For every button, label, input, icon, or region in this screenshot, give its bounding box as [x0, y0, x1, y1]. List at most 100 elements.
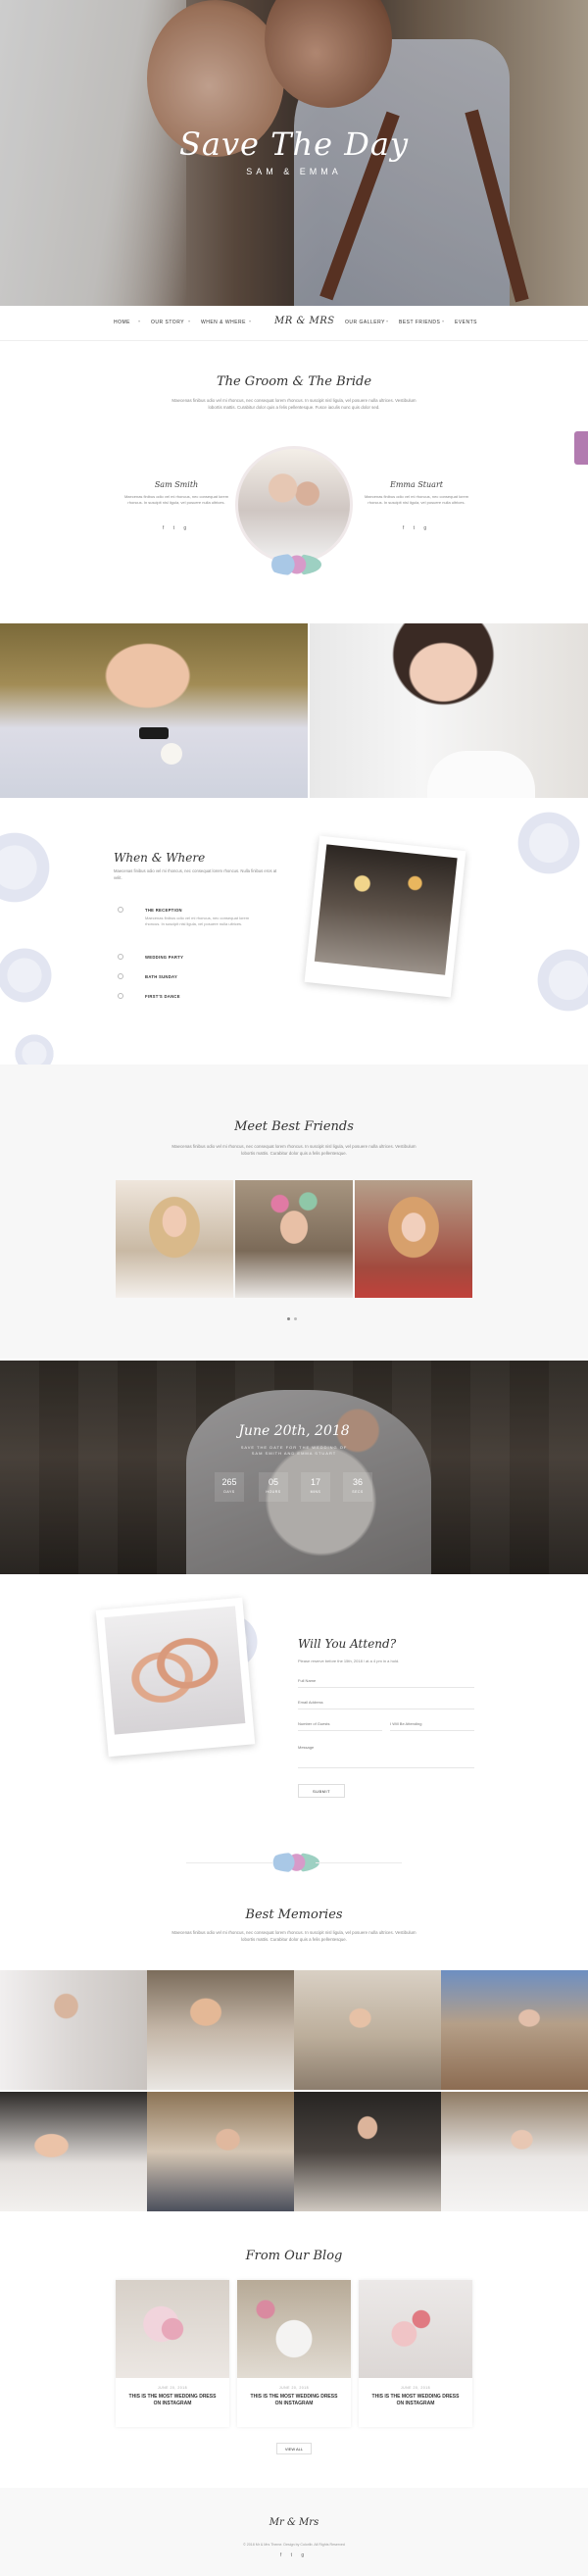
carousel-dot[interactable] [287, 1317, 290, 1320]
memories-description: Maecenas finibus odio vel mi rhoncus, ne… [172, 1930, 416, 1942]
full-name-field[interactable]: Full Name [298, 1674, 474, 1688]
blog-image[interactable] [116, 2280, 229, 2378]
guests-select[interactable]: Number of Guests [298, 1717, 382, 1731]
groom-social-icons[interactable]: f t g [122, 525, 230, 531]
when-where-title: When & Where [114, 851, 206, 865]
countdown-tagline-line: SAM SMITH AND EMMA STUART [251, 1451, 337, 1456]
blog-card[interactable]: JUNE 20, 2018 THIS IS THE MOST WEDDING D… [359, 2280, 472, 2427]
countdown-value: 265 [221, 1477, 237, 1487]
gallery-photo[interactable] [441, 2092, 588, 2211]
best-friends-description: Maecenas finibus odio vel mi rhoncus, ne… [172, 1144, 416, 1156]
gallery-photo[interactable] [147, 2092, 294, 2211]
nav-separator: • [386, 320, 389, 325]
friend-photo[interactable] [355, 1180, 472, 1298]
countdown-secs: 36 SECS [343, 1472, 372, 1502]
best-friends-title: Meet Best Friends [234, 1119, 354, 1134]
message-field[interactable]: Message [298, 1741, 474, 1768]
event-label: FIRST'S DANCE [145, 994, 180, 999]
view-all-button[interactable]: VIEW ALL [276, 2443, 312, 2454]
venue-image [314, 844, 458, 975]
nav-our-gallery[interactable]: OUR GALLERY [345, 320, 385, 325]
countdown-tagline: SAVE THE DATE FOR THE WEDDING OF SAM SMI… [0, 1445, 588, 1457]
gallery-photo[interactable] [0, 2092, 147, 2211]
nav-separator: • [188, 320, 191, 325]
dress-shape [427, 751, 535, 798]
rsvp-text: Please reserve before the 15th, 2018 / a… [298, 1659, 400, 1663]
page: Save The Day SAM & EMMA HOME • OUR STORY… [0, 0, 588, 2576]
footer-social-icons[interactable]: f t g [0, 2552, 588, 2558]
nav-when-where[interactable]: WHEN & WHERE [201, 320, 246, 325]
email-field[interactable]: Email Address [298, 1696, 474, 1709]
couple-round-photo [235, 446, 353, 564]
event-text: Maecenas finibus odio vel mi rhoncus, ne… [145, 916, 250, 926]
blog-image[interactable] [237, 2280, 351, 2378]
attending-select[interactable]: I Will Be Attending [390, 1717, 474, 1731]
when-where-description: Maecenas finibus odio vel mi rhoncus, ne… [114, 868, 277, 880]
event-label: THE RECEPTION [145, 908, 182, 913]
bride-bio: Maecenas finibus odio vel mi rhoncus, ne… [364, 494, 469, 505]
countdown-unit: SECS [352, 1490, 364, 1494]
groom-bio: Maecenas finibus odio vel mi rhoncus, ne… [123, 494, 229, 505]
bowtie-shape [139, 727, 169, 739]
countdown-value: 17 [310, 1477, 320, 1487]
footer-copyright: © 2018 Mr & Mrs Theme. Design by Colorli… [243, 2543, 345, 2547]
friend-photo[interactable] [235, 1180, 353, 1298]
countdown-section [0, 1361, 588, 1574]
groom-portrait [0, 623, 308, 798]
side-settings-tab[interactable] [574, 431, 588, 465]
wedding-date: June 20th, 2018 [238, 1423, 350, 1439]
blog-date: JUNE 20, 2018 [278, 2386, 310, 2390]
blog-date: JUNE 20, 2018 [157, 2386, 188, 2390]
nav-separator: • [331, 320, 334, 325]
gallery-photo[interactable] [294, 1970, 441, 2090]
gallery-photo[interactable] [0, 1970, 147, 2090]
hero-title: Save The Day [178, 125, 410, 163]
flower-divider [269, 1853, 319, 1872]
blog-date: JUNE 20, 2018 [400, 2386, 431, 2390]
countdown-hours: 05 HOURS [259, 1472, 288, 1502]
blog-card[interactable]: JUNE 20, 2018 THIS IS THE MOST WEDDING D… [237, 2280, 351, 2427]
bride-social-icons[interactable]: f t g [363, 525, 470, 531]
nav-logo[interactable]: Mr & Mrs [274, 316, 335, 326]
rings-polaroid-photo [95, 1597, 256, 1758]
groom-name: Sam Smith [154, 480, 199, 489]
blog-post-title[interactable]: THIS IS THE MOST WEDDING DRESS ON INSTAG… [247, 2394, 341, 2407]
floral-decoration [510, 804, 588, 882]
blog-image[interactable] [359, 2280, 472, 2378]
countdown-unit: HOURS [266, 1490, 281, 1494]
nav-events[interactable]: EVENTS [455, 320, 477, 325]
countdown-value: 36 [352, 1477, 363, 1487]
blog-card[interactable]: JUNE 20, 2018 THIS IS THE MOST WEDDING D… [116, 2280, 229, 2427]
divider-line [316, 1862, 402, 1863]
gallery-photo[interactable] [441, 1970, 588, 2090]
gallery-photo[interactable] [147, 1970, 294, 2090]
footer-logo[interactable]: Mr & Mrs [0, 2517, 588, 2528]
main-nav: HOME • OUR STORY • WHEN & WHERE • Mr & M… [0, 306, 588, 341]
bride-portrait [310, 623, 588, 798]
blog-post-title[interactable]: THIS IS THE MOST WEDDING DRESS ON INSTAG… [125, 2394, 220, 2407]
rings-image [104, 1606, 246, 1735]
submit-button[interactable]: SUBMIT [298, 1784, 345, 1798]
blog-title: From Our Blog [245, 2249, 343, 2263]
nav-separator: • [442, 320, 445, 325]
event-label: WEDDING PARTY [145, 955, 184, 960]
carousel-dot[interactable] [294, 1317, 297, 1320]
nav-our-story[interactable]: OUR STORY [151, 320, 184, 325]
venue-polaroid-photo [304, 835, 466, 998]
memories-title: Best Memories [245, 1907, 343, 1922]
event-label: BATH SUNDAY [145, 974, 178, 979]
when-where-section [0, 798, 588, 1065]
countdown-unit: DAYS [223, 1490, 235, 1494]
gallery-photo[interactable] [294, 2092, 441, 2211]
blog-post-title[interactable]: THIS IS THE MOST WEDDING DRESS ON INSTAG… [368, 2394, 463, 2407]
countdown-mins: 17 MINS [301, 1472, 330, 1502]
nav-best-friends[interactable]: BEST FRIENDS [399, 320, 440, 325]
nav-home[interactable]: HOME [114, 320, 130, 325]
flower-decoration [267, 554, 321, 575]
nav-separator: • [249, 320, 252, 325]
divider-line [186, 1862, 272, 1863]
bride-name: Emma Stuart [390, 480, 443, 489]
nav-separator: • [138, 320, 141, 325]
friend-photo[interactable] [116, 1180, 233, 1298]
couple-title: The Groom & The Bride [216, 374, 372, 389]
